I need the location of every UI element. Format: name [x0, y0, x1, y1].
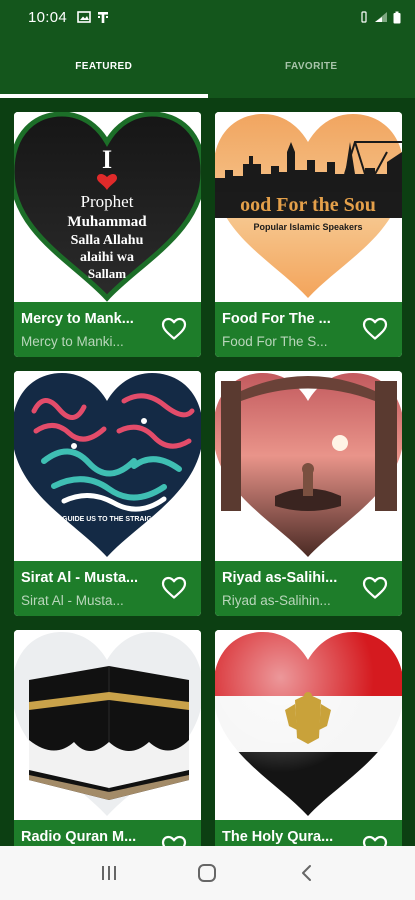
station-title: Radio Quran M...	[21, 829, 137, 845]
status-bar: 10:04	[0, 0, 415, 34]
tab-favorite-label: FAVORITE	[285, 60, 338, 72]
station-footer: Riyad as-Salihi... Riyad as-Salihin...	[215, 561, 402, 616]
favorite-heart-icon[interactable]	[161, 576, 187, 600]
card-image-text: GUIDE US TO THE STRAIG	[62, 516, 152, 523]
tab-featured[interactable]: FEATURED	[0, 34, 208, 98]
battery-icon	[393, 11, 401, 23]
favorite-heart-icon[interactable]	[161, 317, 187, 341]
station-footer: Radio Quran M...	[14, 820, 201, 846]
signal-icon	[375, 12, 387, 22]
station-footer: Mercy to Mank... Mercy to Manki...	[14, 302, 201, 357]
station-subtitle: Sirat Al - Musta...	[21, 593, 124, 608]
station-title: Sirat Al - Musta...	[21, 570, 139, 586]
card-image-text: Salla Allahu	[71, 233, 144, 248]
card-image-text: alaihi wa	[80, 250, 134, 265]
station-card[interactable]: ood For the Sou Popular Islamic Speakers…	[215, 112, 402, 357]
station-image	[215, 371, 402, 561]
station-footer: Food For The ... Food For The S...	[215, 302, 402, 357]
station-title: Mercy to Mank...	[21, 311, 134, 327]
status-system-icons	[359, 11, 401, 24]
station-image	[215, 630, 402, 820]
tab-featured-label: FEATURED	[75, 60, 133, 72]
gallery-icon	[77, 11, 91, 23]
home-button[interactable]	[187, 853, 227, 893]
carrier-t-icon	[98, 11, 109, 23]
tab-bar: FEATURED FAVORITE	[0, 34, 415, 98]
tab-favorite[interactable]: FAVORITE	[208, 34, 415, 98]
card-image-text: ood For the Sou	[240, 194, 376, 216]
station-card[interactable]: The Holy Qura...	[215, 630, 402, 846]
back-icon	[301, 865, 311, 881]
station-title: Riyad as-Salihi...	[222, 570, 338, 586]
recents-icon	[102, 866, 117, 880]
station-image: ood For the Sou Popular Islamic Speakers	[215, 112, 402, 302]
station-title: Food For The ...	[222, 311, 331, 327]
station-footer: Sirat Al - Musta... Sirat Al - Musta...	[14, 561, 201, 616]
system-nav-bar	[0, 846, 415, 900]
status-notification-icons	[77, 11, 109, 24]
station-card[interactable]: Radio Quran M...	[14, 630, 201, 846]
station-card[interactable]: I Prophet Muhammad Salla Allahu alaihi w…	[14, 112, 201, 357]
card-image-text: Sallam	[88, 266, 126, 281]
station-subtitle: Mercy to Manki...	[21, 334, 124, 349]
station-footer: The Holy Qura...	[215, 820, 402, 846]
station-image: GUIDE US TO THE STRAIG	[14, 371, 201, 561]
station-subtitle: Food For The S...	[222, 334, 328, 349]
favorite-heart-icon[interactable]	[362, 835, 388, 846]
station-image: I Prophet Muhammad Salla Allahu alaihi w…	[14, 112, 201, 302]
station-image	[14, 630, 201, 820]
status-time: 10:04	[28, 8, 68, 26]
recents-button[interactable]	[89, 853, 129, 893]
favorite-heart-icon[interactable]	[161, 835, 187, 846]
card-image-text: I	[102, 145, 112, 174]
vibrate-icon	[361, 11, 367, 23]
card-image-text: Prophet	[81, 192, 134, 211]
station-card[interactable]: GUIDE US TO THE STRAIG Sirat Al - Musta.…	[14, 371, 201, 616]
card-image-text: Popular Islamic Speakers	[253, 222, 362, 232]
station-subtitle: Riyad as-Salihin...	[222, 593, 331, 608]
station-card[interactable]: Riyad as-Salihi... Riyad as-Salihin...	[215, 371, 402, 616]
favorite-heart-icon[interactable]	[362, 317, 388, 341]
favorite-heart-icon[interactable]	[362, 576, 388, 600]
station-grid: I Prophet Muhammad Salla Allahu alaihi w…	[0, 98, 415, 846]
home-icon	[198, 864, 217, 882]
back-button[interactable]	[286, 853, 326, 893]
card-image-text: Muhammad	[67, 214, 147, 230]
station-title: The Holy Qura...	[222, 829, 334, 845]
